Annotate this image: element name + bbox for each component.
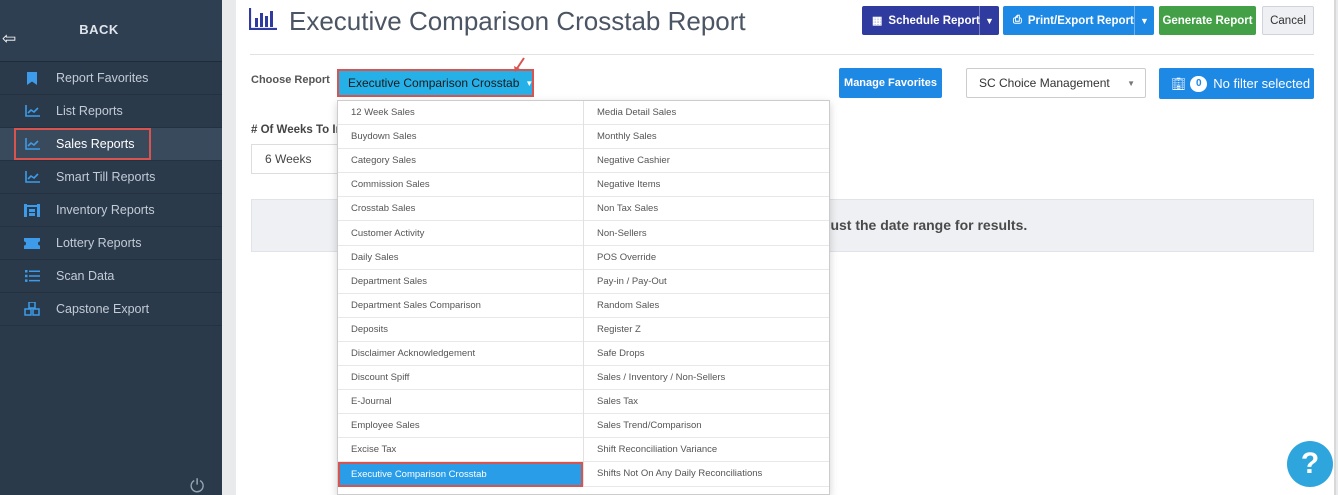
menu-item[interactable]: Crosstab Sales (338, 197, 583, 222)
report-select-dropdown[interactable]: Executive Comparison Crosstab ▼ (337, 69, 534, 97)
filter-count-badge: 0 (1190, 75, 1208, 92)
chevron-down-icon[interactable]: ▼ (1134, 6, 1154, 35)
sidebar-item-inventory-reports[interactable]: Inventory Reports (0, 194, 222, 227)
menu-item[interactable]: Pay-in / Pay-Out (584, 270, 829, 294)
menu-item[interactable]: Safe Drops (584, 342, 829, 367)
sidebar-item-label: Scan Data (56, 269, 115, 283)
menu-item[interactable]: Disclaimer Acknowledgement (338, 342, 583, 367)
sidebar-item-scan-data[interactable]: Scan Data (0, 260, 222, 293)
generate-report-button[interactable]: Generate Report (1159, 6, 1256, 35)
report-options-column-1: 12 Week Sales Buydown Sales Category Sal… (338, 101, 584, 487)
calendar-icon: ▦ (872, 15, 883, 27)
chart-line-icon (24, 104, 40, 118)
menu-item[interactable]: Deposits (338, 318, 583, 342)
report-options-column-2: Media Detail Sales Monthly Sales Negativ… (584, 101, 829, 487)
sidebar-item-report-favorites[interactable]: Report Favorites (0, 62, 222, 95)
highlight-box (14, 128, 151, 160)
sidebar-item-label: Inventory Reports (56, 203, 155, 217)
page-title: Executive Comparison Crosstab Report (289, 6, 746, 36)
sidebar: ⇦ BACK Report Favorites List Reports Sal… (0, 0, 222, 495)
menu-item[interactable]: Random Sales (584, 294, 829, 318)
print-export-label: Print/Export Report (1027, 14, 1134, 27)
cancel-button[interactable]: Cancel (1262, 6, 1314, 35)
manage-favorites-button[interactable]: Manage Favorites (839, 68, 942, 98)
menu-item[interactable]: Media Detail Sales (584, 101, 829, 126)
sidebar-item-lottery-reports[interactable]: Lottery Reports (0, 227, 222, 260)
back-button[interactable]: ⇦ BACK (0, 0, 222, 62)
menu-item[interactable]: Non-Sellers (584, 221, 829, 246)
menu-item[interactable]: Sales Tax (584, 390, 829, 415)
ticket-icon (24, 236, 40, 250)
store-select[interactable]: SC Choice Management ▼ (966, 68, 1146, 98)
menu-item[interactable]: Employee Sales (338, 414, 583, 439)
info-message: djust the date range for results. (818, 217, 1028, 233)
sidebar-item-label: Smart Till Reports (56, 170, 156, 184)
printer-icon: ⎙ (1013, 14, 1022, 26)
menu-item[interactable]: Daily Sales (338, 246, 583, 270)
divider (250, 54, 1314, 55)
menu-item[interactable]: Commission Sales (338, 173, 583, 198)
menu-item-selected[interactable]: Executive Comparison Crosstab (338, 462, 583, 487)
filter-label: No filter selected (1213, 76, 1311, 91)
menu-item[interactable]: Register Z (584, 318, 829, 342)
menu-item[interactable]: POS Override (584, 246, 829, 270)
weeks-label: # Of Weeks To In (251, 124, 343, 136)
caret-down-icon: ▼ (525, 78, 534, 88)
menu-item[interactable]: Department Sales (338, 270, 583, 294)
building-icon: 🏢︎ (1171, 76, 1187, 91)
menu-item[interactable]: Category Sales (338, 149, 583, 174)
report-select-value: Executive Comparison Crosstab (348, 76, 520, 90)
warehouse-icon (24, 203, 40, 217)
menu-item[interactable]: Shifts Not On Any Daily Reconciliations (584, 462, 829, 487)
caret-down-icon: ▼ (1127, 78, 1135, 88)
menu-item[interactable]: Negative Cashier (584, 149, 829, 174)
print-export-button[interactable]: ⎙ Print/Export Report ▼ (1003, 6, 1154, 35)
sidebar-item-label: Capstone Export (56, 302, 150, 316)
menu-item[interactable]: Customer Activity (338, 221, 583, 246)
filter-button[interactable]: 🏢︎ 0 No filter selected (1159, 68, 1314, 99)
list-icon (24, 269, 40, 283)
chevron-down-icon[interactable]: ▼ (979, 6, 999, 35)
chart-line-icon (24, 170, 40, 184)
sidebar-item-label: Report Favorites (56, 71, 149, 85)
bookmark-icon (24, 71, 40, 85)
menu-item[interactable]: Discount Spiff (338, 366, 583, 391)
menu-item[interactable]: Department Sales Comparison (338, 294, 583, 318)
menu-item[interactable]: Negative Items (584, 173, 829, 198)
menu-item[interactable]: E-Journal (338, 390, 583, 415)
help-button[interactable]: ? (1287, 441, 1333, 487)
store-select-value: SC Choice Management (979, 76, 1110, 90)
menu-item[interactable]: Sales / Inventory / Non-Sellers (584, 366, 829, 391)
sidebar-item-label: List Reports (56, 104, 123, 118)
menu-item[interactable]: 12 Week Sales (338, 101, 583, 126)
menu-item[interactable]: Monthly Sales (584, 125, 829, 150)
menu-item[interactable]: Non Tax Sales (584, 197, 829, 222)
menu-item[interactable]: Excise Tax (338, 438, 583, 463)
bar-chart-icon (249, 8, 277, 30)
menu-item[interactable]: Shift Reconciliation Variance (584, 438, 829, 463)
schedule-report-button[interactable]: ▦ Schedule Report ▼ (862, 6, 999, 35)
arrow-left-icon: ⇦ (2, 29, 17, 48)
schedule-report-label: Schedule Report (888, 14, 980, 27)
back-label: BACK (79, 22, 119, 37)
weeks-select[interactable]: 6 Weeks (251, 144, 351, 174)
sidebar-item-list-reports[interactable]: List Reports (0, 95, 222, 128)
annotation-arrow-icon (514, 57, 525, 72)
sidebar-item-smart-till-reports[interactable]: Smart Till Reports (0, 161, 222, 194)
sidebar-item-label: Lottery Reports (56, 236, 142, 250)
menu-item[interactable]: Buydown Sales (338, 125, 583, 150)
sidebar-item-capstone-export[interactable]: Capstone Export (0, 293, 222, 326)
power-icon[interactable]: ⏻ (190, 476, 204, 495)
cubes-icon (24, 302, 40, 316)
report-options-menu: 12 Week Sales Buydown Sales Category Sal… (337, 100, 830, 495)
sidebar-item-sales-reports[interactable]: Sales Reports (0, 128, 222, 161)
menu-item[interactable]: Sales Trend/Comparison (584, 414, 829, 439)
choose-report-label: Choose Report (251, 74, 330, 86)
gutter (222, 0, 236, 495)
